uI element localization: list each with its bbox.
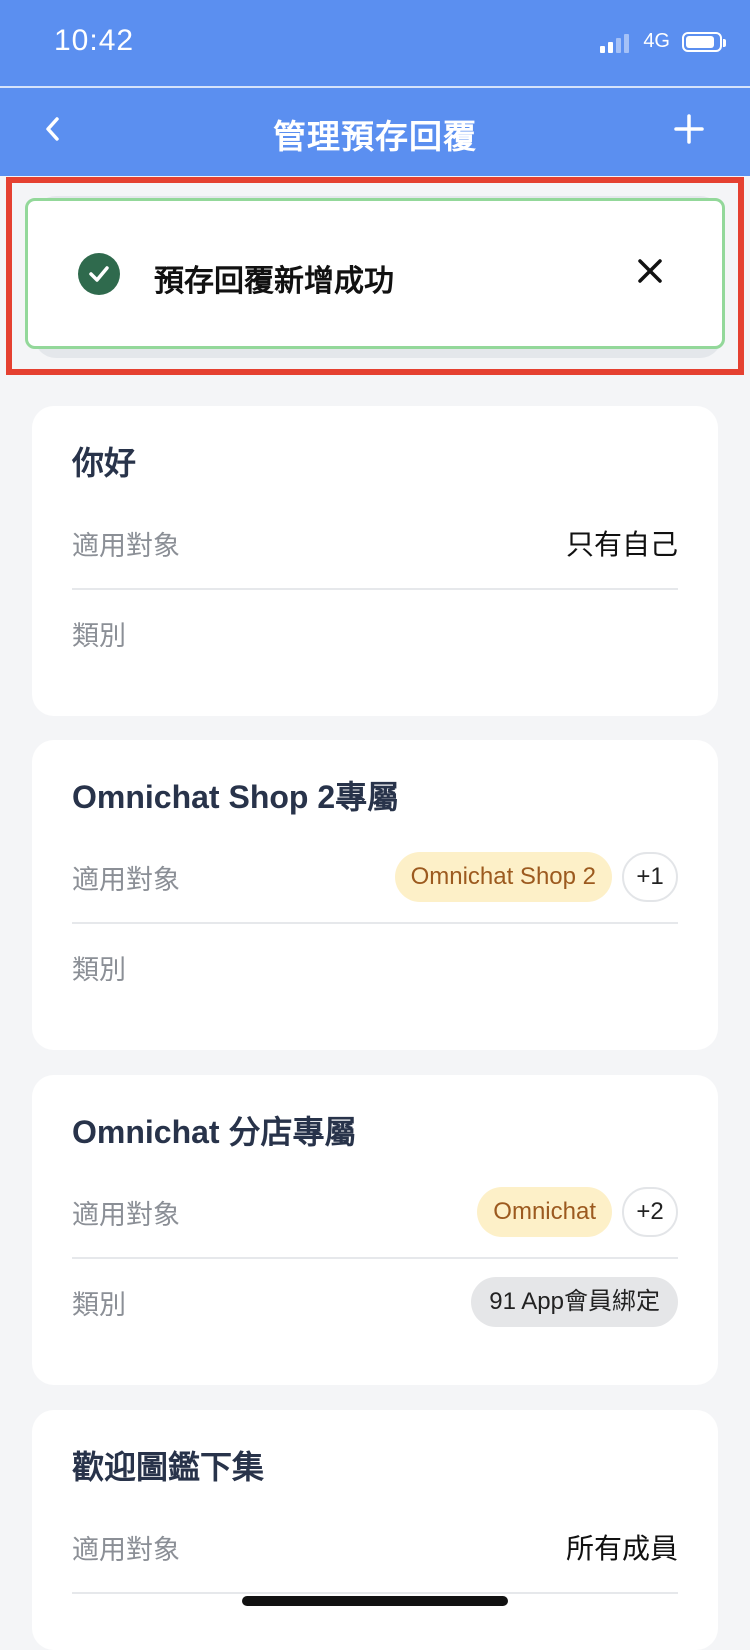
audience-chips: Omnichat +2 [477,1187,678,1237]
reply-title: Omnichat 分店專屬 [72,1114,357,1150]
reply-title: 歡迎圖鑑下集 [72,1449,265,1485]
battery-icon [682,31,726,52]
category-label: 類別 [72,1289,126,1320]
audience-label: 適用對象 [72,1534,180,1565]
page-title: 管理預存回覆 [273,118,477,155]
network-type: 4G [643,30,670,52]
category-row: 類別 [72,922,678,1012]
audience-row: 適用對象 只有自己 [72,498,678,590]
audience-chip: Omnichat [477,1187,612,1237]
reply-card[interactable]: Omnichat 分店專屬 適用對象 Omnichat +2 類別 91 App… [32,1075,718,1385]
category-label: 類別 [72,954,126,985]
audience-label: 適用對象 [72,1199,180,1230]
category-row: 類別 91 App會員綁定 [72,1257,678,1347]
audience-row: 適用對象 Omnichat +2 [72,1167,678,1259]
add-button[interactable] [664,104,714,154]
plus-icon [674,114,704,144]
reply-title: Omnichat Shop 2專屬 [72,779,400,815]
audience-more-badge: +2 [622,1187,678,1237]
nav-bar: 管理預存回覆 [0,86,750,176]
status-bar: 10:42 4G [0,0,750,86]
category-row: 類別 [72,588,678,678]
home-indicator [242,1596,508,1606]
highlight-frame [6,177,744,375]
reply-card[interactable]: 你好 適用對象 只有自己 類別 [32,406,718,716]
status-indicators: 4G [600,30,726,53]
reply-card[interactable]: 歡迎圖鑑下集 適用對象 所有成員 [32,1410,718,1650]
audience-more-badge: +1 [622,852,678,902]
reply-title: 你好 [72,445,137,481]
status-time: 10:42 [54,24,135,57]
audience-value: 只有自己 [565,529,678,560]
audience-row: 適用對象 所有成員 [72,1502,678,1594]
category-chip: 91 App會員綁定 [471,1277,678,1327]
audience-label: 適用對象 [72,530,180,561]
audience-label: 適用對象 [72,864,180,895]
category-label: 類別 [72,620,126,651]
audience-chips: Omnichat Shop 2 +1 [394,852,678,902]
reply-card[interactable]: Omnichat Shop 2專屬 適用對象 Omnichat Shop 2 +… [32,740,718,1050]
audience-chip: Omnichat Shop 2 [394,852,612,902]
audience-row: 適用對象 Omnichat Shop 2 +1 [72,832,678,924]
signal-icon [600,31,630,53]
audience-value: 所有成員 [565,1533,678,1564]
